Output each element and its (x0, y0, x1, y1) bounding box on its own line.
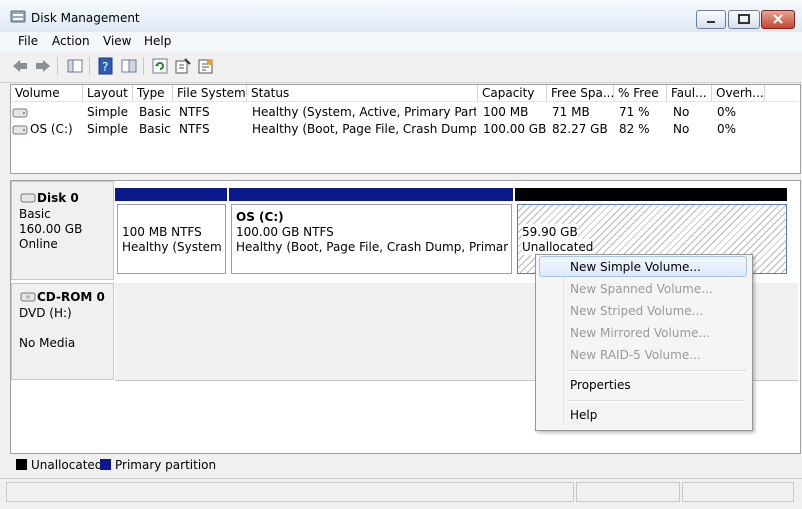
toolbar-separator (89, 57, 90, 75)
column-header-volume[interactable]: Volume (11, 85, 83, 101)
legend-label-primary: Primary partition (115, 458, 217, 472)
header-divider (11, 101, 798, 102)
cell-type: Basic (139, 105, 171, 119)
cell-overhead: 0% (717, 122, 737, 136)
context-menu-gutter (563, 256, 564, 426)
cdrom-0-media: No Media (19, 336, 76, 350)
column-header-type[interactable]: Type (133, 85, 173, 101)
context-menu (535, 254, 753, 431)
hard-disk-icon (20, 192, 36, 206)
minimize-button[interactable] (696, 10, 726, 29)
menu-new-raid5-volume[interactable]: New RAID-5 Volume... (570, 348, 701, 362)
cell-layout: Simple (87, 122, 128, 136)
rescan-icon[interactable] (197, 57, 215, 75)
cell-capacity: 100.00 GB (483, 122, 547, 136)
menu-new-mirrored-volume[interactable]: New Mirrored Volume... (570, 326, 710, 340)
column-header-capacity[interactable]: Capacity (478, 85, 547, 101)
partition-name: OS (C:) (236, 210, 284, 224)
console-tree-icon[interactable] (66, 57, 84, 75)
cell-file-system: NTFS (179, 122, 210, 136)
cell-fault-tolerance: No (673, 122, 690, 136)
refresh-icon[interactable] (151, 57, 169, 75)
cell-percent-free: 71 % (619, 105, 650, 119)
cd-drive-icon (20, 291, 36, 305)
cdrom-0-drive: DVD (H:) (19, 306, 72, 320)
cell-free-space: 82.27 GB (552, 122, 608, 136)
menu-new-striped-volume[interactable]: New Striped Volume... (570, 304, 703, 318)
back-arrow-icon[interactable] (11, 57, 29, 75)
disk-0-type: Basic (19, 207, 51, 221)
forward-arrow-icon[interactable] (34, 57, 52, 75)
disk-management-icon (10, 10, 26, 23)
cell-volume: OS (C:) (30, 122, 73, 136)
column-header-fault-tolerance[interactable]: Faul... (667, 85, 712, 101)
partition-header-bar (229, 188, 513, 201)
cell-status: Healthy (Boot, Page File, Crash Dump, P.… (252, 122, 476, 136)
volume-drive-icon (12, 107, 28, 121)
menu-action[interactable]: Action (52, 34, 90, 48)
disk-0-state: Online (19, 237, 58, 251)
status-pane-main (6, 482, 574, 502)
cell-file-system: NTFS (179, 105, 210, 119)
menu-help-item[interactable]: Help (570, 408, 597, 422)
help-icon[interactable]: ? (97, 57, 115, 75)
legend-swatch-unallocated (16, 459, 27, 470)
partition-status: Healthy (Boot, Page File, Crash Dump, Pr… (236, 240, 508, 254)
cell-capacity: 100 MB (483, 105, 529, 119)
column-header-free-space[interactable]: Free Spa... (547, 85, 614, 101)
menu-separator (568, 400, 746, 402)
window-title: Disk Management (31, 11, 140, 25)
unallocated-status: Unallocated (522, 239, 594, 255)
cell-overhead: 0% (717, 105, 737, 119)
column-header-status[interactable]: Status (247, 85, 478, 101)
column-header-overhead[interactable]: Overh... (712, 85, 765, 101)
cell-status: Healthy (System, Active, Primary Partiti… (252, 105, 476, 119)
menu-help[interactable]: Help (144, 34, 171, 48)
column-header-file-system[interactable]: File System (173, 85, 247, 101)
legend-swatch-primary (100, 459, 111, 470)
cdrom-0-name: CD-ROM 0 (37, 290, 105, 304)
cell-type: Basic (139, 122, 171, 136)
cell-free-space: 71 MB (552, 105, 590, 119)
partition-size: 100 MB NTFS (122, 225, 202, 239)
menu-view[interactable]: View (103, 34, 131, 48)
menu-new-simple-volume[interactable]: New Simple Volume... (570, 260, 701, 274)
unallocated-header-bar (515, 188, 787, 201)
disk-0-size: 160.00 GB (19, 222, 83, 236)
menu-file[interactable]: File (18, 34, 38, 48)
properties-pane-icon[interactable] (120, 57, 138, 75)
close-button[interactable] (761, 10, 795, 29)
menu-properties[interactable]: Properties (570, 378, 631, 392)
cell-percent-free: 82 % (619, 122, 650, 136)
cell-layout: Simple (87, 105, 128, 119)
disk-0-name: Disk 0 (37, 191, 79, 205)
status-pane-secondary (576, 482, 680, 502)
toolbar-separator (143, 57, 144, 75)
partition-header-bar (115, 188, 227, 201)
svg-text:?: ? (102, 60, 108, 74)
status-pane-tertiary (682, 482, 794, 502)
menu-separator (568, 370, 746, 372)
partition-status: Healthy (System, A (122, 240, 222, 254)
column-header-percent-free[interactable]: % Free (614, 85, 667, 101)
cell-fault-tolerance: No (673, 105, 690, 119)
partition-size: 100.00 GB NTFS (236, 225, 334, 239)
maximize-button[interactable] (728, 10, 760, 29)
toolbar-separator (57, 57, 58, 75)
menu-new-spanned-volume[interactable]: New Spanned Volume... (570, 282, 713, 296)
unallocated-size: 59.90 GB (522, 224, 578, 240)
properties-icon[interactable] (174, 57, 192, 75)
legend-label-unallocated: Unallocated (31, 458, 103, 472)
volume-drive-icon (12, 124, 28, 138)
column-header-layout[interactable]: Layout (83, 85, 133, 101)
